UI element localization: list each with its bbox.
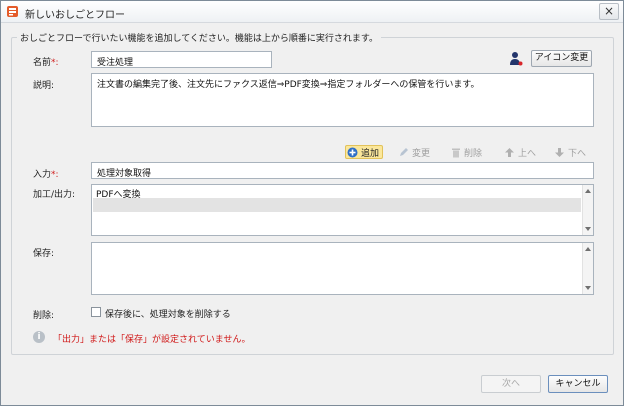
name-label-text: 名前 [33,58,52,68]
save-list[interactable] [91,242,594,295]
save-label: 保存: [33,249,55,259]
next-button[interactable]: 次へ [481,375,541,393]
delete-label: 削除: [33,311,55,321]
up-label: 上へ [518,148,537,159]
required-mark: *: [51,170,59,180]
icon-change-button[interactable]: アイコン変更 [531,50,592,67]
title-bar[interactable]: 新しいおしごとフロー × [1,1,623,23]
move-down-button[interactable]: 下へ [554,145,586,159]
selected-row-highlight [93,198,581,212]
cancel-button[interactable]: キャンセル [548,375,608,393]
info-icon: i [33,331,45,343]
scroll-up-icon[interactable] [585,247,591,251]
process-output-label: 加工/出力: [33,190,76,200]
user-figure-icon[interactable] [509,51,523,66]
scroll-down-icon[interactable] [585,286,591,290]
name-field[interactable]: 受注処理 [91,51,272,68]
arrow-up-icon [505,147,514,157]
scrollbar[interactable] [582,185,593,235]
description-value: 注文書の編集完了後、注文先にファクス返信⇒PDF変換⇒指定フォルダーへの保管を行… [97,80,480,90]
close-button[interactable]: × [599,3,619,20]
window-title: 新しいおしごとフロー [25,10,125,21]
input-label-text: 入力 [33,170,52,180]
add-button[interactable]: 追加 [345,145,384,159]
input-label: 入力*: [33,167,59,180]
scroll-up-icon[interactable] [585,189,591,193]
name-value: 受注処理 [97,58,134,68]
trash-icon [452,148,460,157]
warning-message: 「出力」または「保存」が設定されていません。 [53,335,251,345]
down-label: 下へ [568,148,587,159]
dialog-window: 新しいおしごとフロー × おしごとフローで行いたい機能を追加してください。機能は… [0,0,624,406]
move-up-button[interactable]: 上へ [504,145,536,159]
add-label: 追加 [361,148,380,159]
input-field[interactable]: 処理対象取得 [91,162,594,179]
flow-app-icon [7,6,18,17]
delete-checkbox[interactable] [91,307,101,317]
scroll-down-icon[interactable] [585,227,591,231]
pencil-icon [400,147,408,156]
description-label: 説明: [33,81,55,91]
required-mark: *: [51,58,59,68]
input-value: 処理対象取得 [97,169,152,179]
arrow-down-icon [555,147,564,157]
scrollbar[interactable] [582,243,593,294]
description-field[interactable]: 注文書の編集完了後、注文先にファクス返信⇒PDF変換⇒指定フォルダーへの保管を行… [91,73,594,127]
edit-button[interactable]: 変更 [398,145,430,159]
edit-label: 変更 [412,148,431,159]
plus-circle-icon [347,147,358,157]
remove-label: 削除 [464,148,483,159]
group-caption: おしごとフローで行いたい機能を追加してください。機能は上から順番に実行されます。 [17,31,382,44]
close-icon: × [603,4,615,18]
delete-checkbox-label[interactable]: 保存後に、処理対象を削除する [105,307,231,320]
process-output-list[interactable]: PDFへ変換 [91,184,594,236]
remove-button[interactable]: 削除 [451,145,482,159]
name-label: 名前*: [33,55,59,68]
